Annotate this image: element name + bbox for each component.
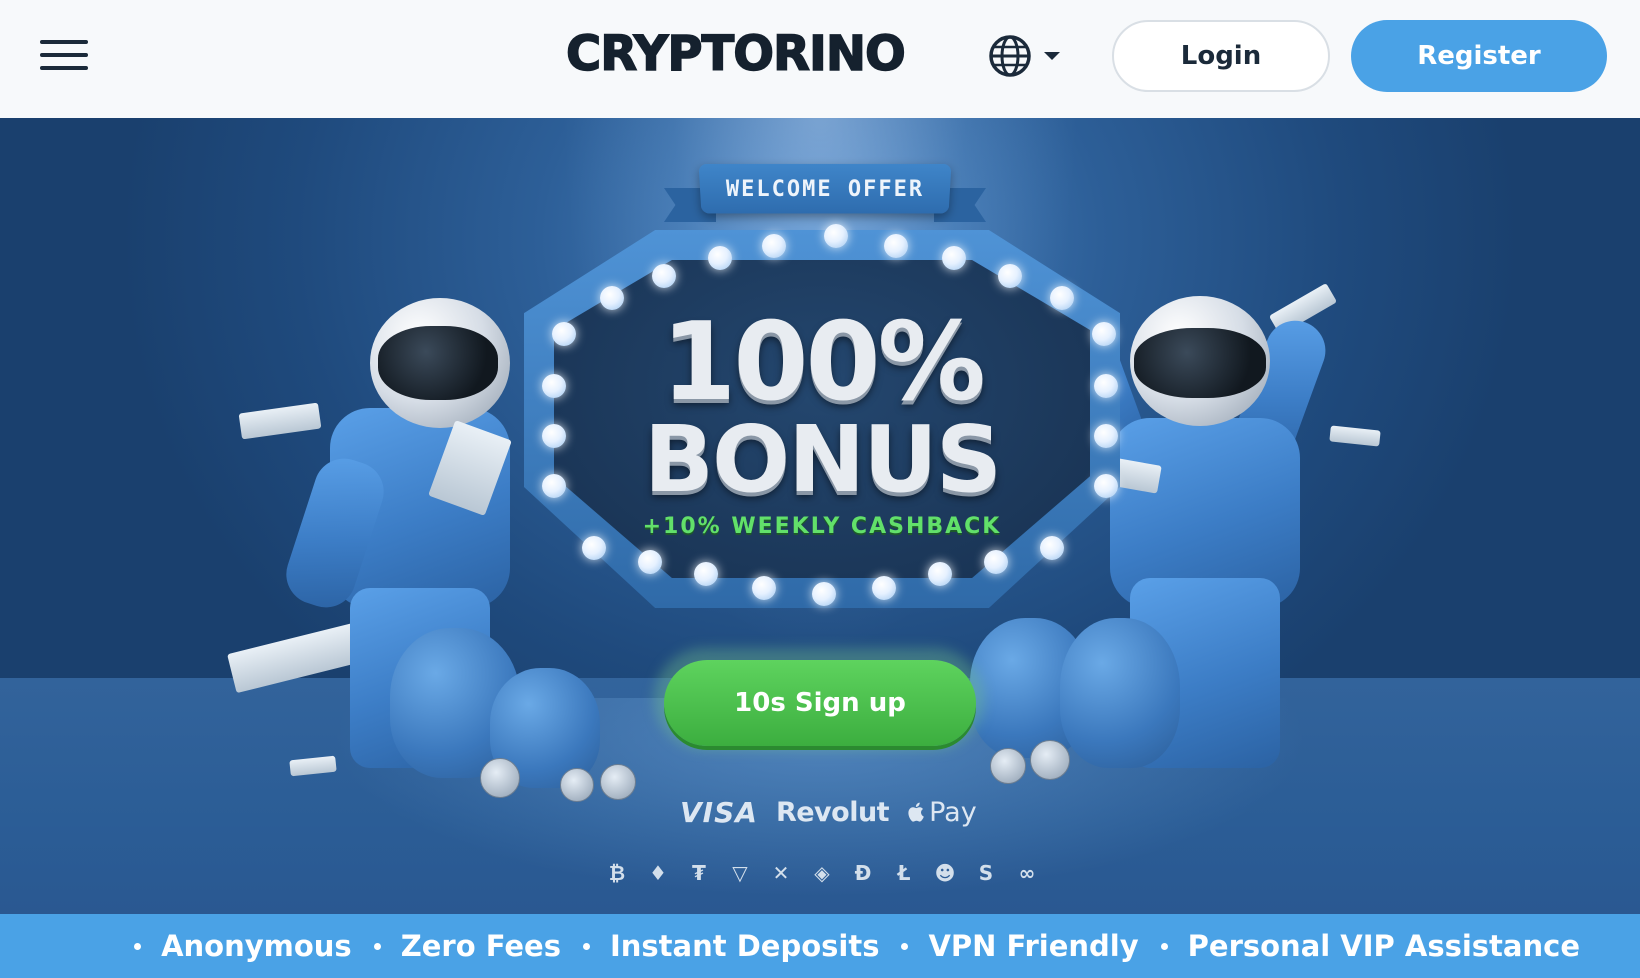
- payment-methods: VISA Revolut Pay: [680, 790, 977, 834]
- solana-icon: S: [978, 861, 994, 885]
- marquee-bulb: [812, 582, 836, 606]
- marquee-bulb: [752, 576, 776, 600]
- hamburger-menu-icon[interactable]: [40, 40, 88, 74]
- bullet-icon: [373, 942, 381, 950]
- tether-icon: ₮: [692, 861, 706, 885]
- apple-pay-label: Pay: [929, 796, 977, 828]
- marquee-bulb: [582, 536, 606, 560]
- feature-label: Personal VIP Assistance: [1187, 929, 1580, 963]
- crypto-icons-row: ₿ ♦ ₮ ▽ ✕ ◈ Ð Ł ☻ S ∞: [602, 858, 1042, 888]
- apple-icon: [908, 802, 924, 822]
- floating-bill: [238, 402, 322, 440]
- login-button[interactable]: Login: [1112, 20, 1330, 92]
- apple-pay-logo: Pay: [907, 797, 977, 828]
- dogecoin-icon: Ð: [854, 861, 872, 885]
- coin: [600, 764, 636, 800]
- welcome-offer-ribbon: WELCOME OFFER: [664, 163, 986, 222]
- globe-icon: [989, 35, 1031, 77]
- hero-banner: WELCOME OFFER 100% BONUS +10% WEEKLY CAS…: [0, 118, 1640, 914]
- marquee-bulb: [694, 562, 718, 586]
- marquee-bulb: [984, 550, 1008, 574]
- cashback-text: +10% WEEKLY CASHBACK: [642, 514, 1002, 539]
- coin: [990, 748, 1026, 784]
- marquee-bulb: [998, 264, 1022, 288]
- feature-item: Anonymous: [134, 929, 352, 963]
- bitcoin-icon: ₿: [608, 860, 626, 885]
- feature-item: Instant Deposits: [582, 929, 880, 963]
- feature-item: Zero Fees: [373, 929, 561, 963]
- welcome-offer-label: WELCOME OFFER: [725, 176, 925, 202]
- chainlink-icon: ∞: [1018, 861, 1036, 885]
- marquee-bulb: [708, 246, 732, 270]
- xrp-icon: ✕: [772, 861, 790, 885]
- astronaut-visor: [378, 326, 498, 400]
- marquee-bulb: [762, 234, 786, 258]
- features-bar: Anonymous Zero Fees Instant Deposits VPN Fr…: [0, 914, 1640, 978]
- feature-label: VPN Friendly: [928, 929, 1139, 963]
- bullet-icon: [582, 942, 590, 950]
- chevron-down-icon: [1044, 52, 1060, 60]
- marquee-bulb: [1040, 536, 1064, 560]
- bonus-title: BONUS: [643, 406, 1002, 513]
- feature-label: Instant Deposits: [609, 929, 880, 963]
- marquee-bulb: [942, 246, 966, 270]
- money-bag: [1060, 618, 1180, 768]
- floating-bill: [1329, 425, 1381, 447]
- feature-item: Personal VIP Assistance: [1160, 929, 1580, 963]
- shiba-icon: ☻: [934, 861, 956, 885]
- signup-button[interactable]: 10s Sign up: [664, 660, 976, 746]
- ethereum-icon: ♦: [649, 861, 667, 885]
- site-header: CRYPTORINO Login Register: [0, 0, 1640, 118]
- bnb-icon: ◈: [814, 861, 830, 885]
- litecoin-icon: Ł: [897, 861, 911, 885]
- marquee-bulb: [872, 576, 896, 600]
- coin: [1030, 740, 1070, 780]
- coin: [560, 768, 594, 802]
- marquee-bulb: [824, 224, 848, 248]
- feature-item: VPN Friendly: [901, 929, 1139, 963]
- revolut-logo: Revolut: [775, 796, 890, 828]
- site-logo[interactable]: CRYPTORINO: [565, 25, 906, 83]
- tron-icon: ▽: [732, 861, 748, 885]
- marquee-bulb: [884, 234, 908, 258]
- marquee-bulb: [638, 550, 662, 574]
- feature-label: Zero Fees: [400, 929, 561, 963]
- language-selector[interactable]: [988, 32, 1078, 80]
- coin: [480, 758, 520, 798]
- register-button[interactable]: Register: [1351, 20, 1607, 92]
- visa-logo: VISA: [680, 795, 758, 829]
- bullet-icon: [134, 942, 142, 950]
- marquee-bulb: [928, 562, 952, 586]
- bonus-marquee-sign: 100% BONUS +10% WEEKLY CASHBACK: [524, 224, 1120, 608]
- marquee-bulb: [652, 264, 676, 288]
- bullet-icon: [1160, 942, 1168, 950]
- feature-label: Anonymous: [161, 929, 352, 963]
- astronaut-visor: [1134, 328, 1266, 398]
- bullet-icon: [901, 942, 909, 950]
- floating-bill: [289, 755, 337, 777]
